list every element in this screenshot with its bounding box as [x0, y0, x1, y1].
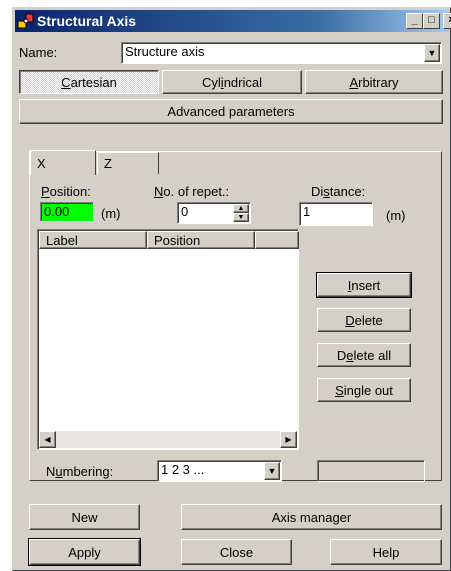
numbering-label: Numbering: [46, 464, 114, 479]
position-unit: (m) [101, 206, 121, 221]
advanced-parameters-button[interactable]: Advanced parameters [19, 99, 443, 124]
position-input[interactable]: 0.00 [40, 202, 94, 222]
col-empty-header[interactable] [255, 231, 299, 249]
close-icon[interactable]: × [443, 13, 451, 29]
single-out-button[interactable]: Single out [317, 378, 411, 402]
status-field [317, 460, 425, 482]
window-title: Structural Axis [37, 13, 137, 29]
stepper-down-icon[interactable]: ▼ [233, 213, 249, 222]
scroll-left-icon[interactable]: ◀ [39, 431, 56, 448]
structural-axis-window: Structural Axis _ □ × Name: Structure ax… [12, 7, 451, 571]
name-combo[interactable]: Structure axis ▼ [121, 42, 442, 64]
distance-label: Distance: [311, 184, 366, 199]
cartesian-button[interactable]: Cartesian [19, 70, 159, 94]
title-bar[interactable]: Structural Axis _ □ × [15, 10, 451, 32]
position-label: Position: [41, 184, 91, 199]
cylindrical-button[interactable]: Cyl i ndrical [162, 70, 302, 94]
arbitrary-button[interactable]: Arbitrary [305, 70, 443, 94]
repetitions-stepper[interactable]: 0 ▲ ▼ [177, 202, 251, 224]
chevron-down-icon[interactable]: ▼ [264, 462, 280, 480]
minimize-icon[interactable]: _ [406, 13, 423, 29]
repetitions-label: No. of repet.: [154, 184, 230, 199]
delete-button[interactable]: Delete [317, 308, 411, 332]
help-button[interactable]: Help [330, 539, 442, 565]
col-label-header[interactable]: Label [39, 231, 147, 249]
name-label: Name: [19, 45, 58, 60]
tab-x[interactable]: X [30, 150, 96, 175]
new-button[interactable]: New [29, 504, 140, 530]
stepper-up-icon[interactable]: ▲ [233, 204, 249, 213]
scroll-right-icon[interactable]: ▶ [280, 431, 297, 448]
col-position-header[interactable]: Position [147, 231, 255, 249]
axis-list[interactable]: Label Position ◀ ▶ [37, 229, 299, 450]
horizontal-scrollbar[interactable]: ◀ ▶ [39, 431, 297, 448]
distance-unit: (m) [386, 208, 406, 223]
distance-input[interactable]: 1 [299, 202, 373, 226]
apply-button[interactable]: Apply [28, 538, 141, 566]
axis-app-icon [17, 13, 34, 29]
name-value: Structure axis [125, 44, 205, 59]
numbering-value: 1 2 3 ... [161, 462, 205, 477]
delete-all-button[interactable]: De lete all [317, 343, 411, 367]
maximize-icon[interactable]: □ [423, 13, 440, 29]
insert-button[interactable]: Insert [316, 272, 412, 298]
numbering-combo[interactable]: 1 2 3 ... ▼ [157, 460, 282, 482]
list-header: Label Position [39, 231, 299, 249]
chevron-down-icon[interactable]: ▼ [424, 44, 440, 62]
axis-manager-button[interactable]: Axis manager [181, 504, 442, 530]
close-button[interactable]: Close [181, 539, 292, 565]
